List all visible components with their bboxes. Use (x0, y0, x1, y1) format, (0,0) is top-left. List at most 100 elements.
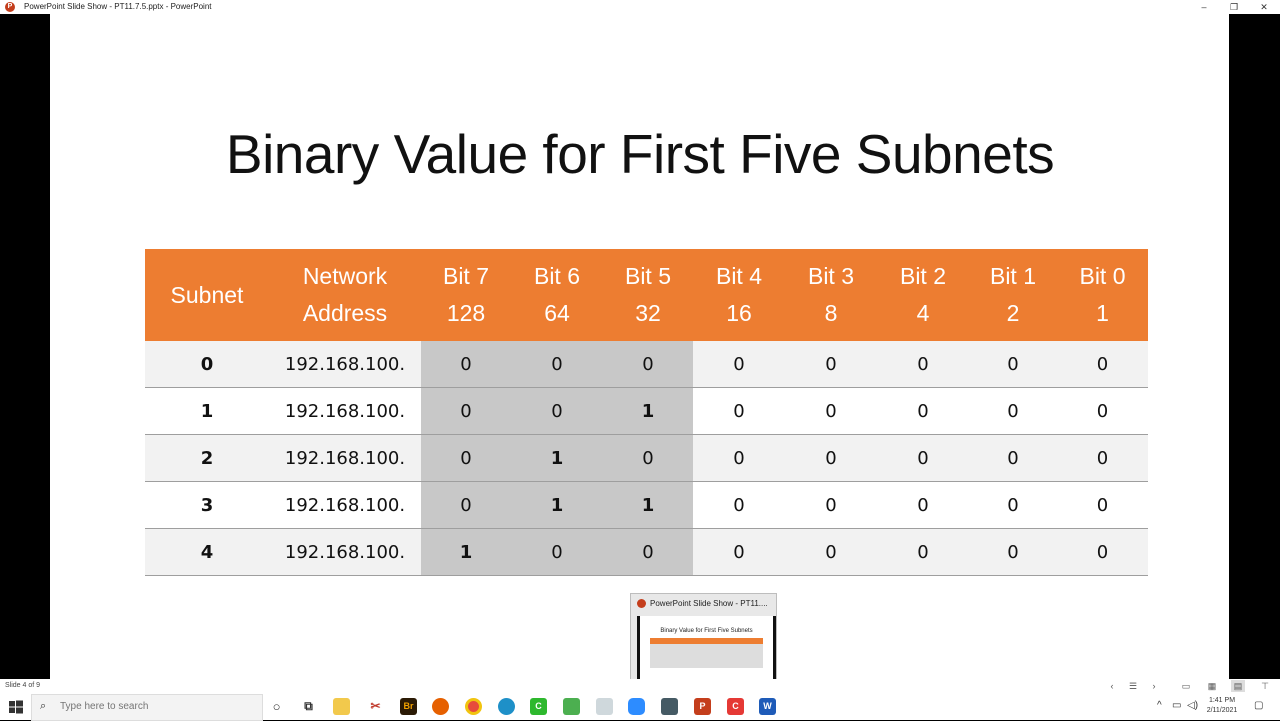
window-icon[interactable] (596, 698, 613, 715)
network-address-cell: 192.168.100. (269, 481, 421, 529)
column-header-label: Subnet (170, 281, 244, 308)
column-header-value: 4 (916, 300, 930, 326)
bit-cell: 0 (969, 528, 1057, 576)
column-header-label: Bit 3 (807, 263, 855, 289)
bit-cell: 1 (603, 387, 693, 435)
bit-cell: 0 (969, 434, 1057, 482)
slide-sorter-icon[interactable]: ▦ (1205, 680, 1219, 692)
windows-taskbar: ⌕ ○ ⧉ ✂ Br C P C W ^ ▭ ◁) 1:41 PM 2/11/2… (0, 693, 1280, 721)
column-header-label: Bit 5 (624, 263, 672, 289)
column-header-label: Bit 0 (1079, 263, 1126, 289)
column-header-value: 1 (1096, 300, 1109, 326)
window-title: PowerPoint Slide Show - PT11.7.5.pptx - … (24, 2, 212, 11)
bit-cell: 0 (693, 528, 785, 576)
powerpoint-icon[interactable]: P (694, 698, 711, 715)
table-row: 4 192.168.100. 1 0 0 0 0 0 0 0 (145, 528, 1148, 576)
search-input[interactable] (58, 700, 252, 713)
slideshow-icon[interactable]: ⊤ (1258, 680, 1272, 692)
close-button[interactable]: ✕ (1249, 0, 1279, 14)
column-header: Bit 5 32 (603, 249, 693, 341)
bit-cell: 1 (511, 481, 603, 529)
network-icon[interactable]: ▭ (1172, 700, 1181, 711)
bit-cell: 0 (877, 528, 969, 576)
slide-menu-icon[interactable]: ☰ (1126, 680, 1140, 692)
powerpoint-app-icon: P (5, 2, 15, 12)
normal-view-icon[interactable]: ▭ (1179, 680, 1193, 692)
chrome-icon[interactable] (465, 698, 482, 715)
bit-cell: 0 (969, 387, 1057, 435)
bit-cell: 0 (1057, 481, 1148, 529)
preview-title: PowerPoint Slide Show - PT11.... (650, 599, 768, 608)
snipping-icon[interactable]: ✂ (367, 698, 384, 715)
bit-cell: 0 (877, 387, 969, 435)
preview-table (650, 638, 763, 668)
powerpoint-icon (637, 599, 646, 609)
previous-slide-icon[interactable]: ‹ (1105, 680, 1119, 692)
column-header: Bit 3 8 (785, 249, 877, 341)
bit-cell: 0 (421, 341, 511, 388)
subnet-cell: 0 (145, 341, 269, 388)
bridge-icon[interactable]: Br (400, 698, 417, 715)
calculator-icon[interactable] (661, 698, 678, 715)
slide-counter: Slide 4 of 9 (5, 682, 41, 689)
bit-cell: 1 (603, 481, 693, 529)
camtasia-recorder-icon[interactable]: C (727, 698, 744, 715)
task-view-icon[interactable]: ⧉ (300, 698, 317, 715)
next-slide-icon[interactable]: › (1147, 680, 1161, 692)
column-header-label: Bit 1 (989, 263, 1037, 289)
bit-cell: 0 (1057, 341, 1148, 388)
firefox-icon[interactable] (432, 698, 449, 715)
bit-cell: 0 (785, 341, 877, 388)
column-header: Subnet (145, 249, 269, 341)
network-address-cell: 192.168.100. (269, 528, 421, 576)
table-row: 1 192.168.100. 0 0 1 0 0 0 0 0 (145, 387, 1148, 435)
camtasia-icon[interactable]: C (530, 698, 547, 715)
restore-button[interactable]: ❐ (1219, 0, 1249, 14)
bit-cell: 0 (877, 341, 969, 388)
search-icon: ⌕ (40, 700, 47, 712)
column-header: Bit 4 16 (693, 249, 785, 341)
windows-start-icon[interactable] (8, 699, 24, 715)
clock-time: 1:41 PM (1208, 697, 1236, 704)
volume-icon[interactable]: ◁) (1187, 700, 1198, 711)
show-hidden-icons-icon[interactable]: ^ (1157, 700, 1162, 711)
word-icon[interactable]: W (759, 698, 776, 715)
app-icon[interactable] (563, 698, 580, 715)
subnet-cell: 3 (145, 481, 269, 529)
column-header-value: 2 (1006, 300, 1020, 326)
zoom-icon[interactable] (628, 698, 645, 715)
network-address-cell: 192.168.100. (269, 341, 421, 388)
bit-cell: 0 (785, 387, 877, 435)
subnet-cell: 4 (145, 528, 269, 576)
bit-cell: 0 (969, 481, 1057, 529)
column-header: Bit 1 2 (969, 249, 1057, 341)
bit-cell: 0 (603, 528, 693, 576)
preview-slide-title: Binary Value for First Five Subnets (660, 628, 753, 634)
slide-status-bar: Slide 4 of 9 ‹ ☰ › ▭ ▦ ▤ ⊤ (0, 679, 1280, 693)
taskbar-search-box[interactable]: ⌕ (31, 694, 263, 721)
taskbar-clock[interactable]: 1:41 PM 2/11/2021 (1198, 696, 1246, 716)
slide-canvas[interactable]: Binary Value for First Five Subnets Subn… (50, 14, 1229, 679)
bit-cell: 0 (511, 341, 603, 388)
bit-cell: 0 (1057, 528, 1148, 576)
table-row: 2 192.168.100. 0 1 0 0 0 0 0 0 (145, 434, 1148, 482)
window-title-bar: P PowerPoint Slide Show - PT11.7.5.pptx … (0, 0, 1280, 14)
subnet-cell: 2 (145, 434, 269, 482)
file-explorer-icon[interactable] (333, 698, 350, 715)
column-header-value: 8 (824, 300, 838, 326)
minimize-button[interactable]: – (1189, 0, 1219, 14)
bit-cell: 0 (693, 481, 785, 529)
column-header-value: 32 (635, 300, 661, 326)
reading-view-icon[interactable]: ▤ (1231, 680, 1245, 692)
preview-header: PowerPoint Slide Show - PT11.... (637, 599, 768, 609)
preview-slide: Binary Value for First Five Subnets (637, 616, 776, 688)
bit-cell: 0 (603, 434, 693, 482)
notifications-icon[interactable]: ▢ (1254, 700, 1263, 711)
slide-title: Binary Value for First Five Subnets (225, 123, 1055, 185)
bit-cell: 0 (603, 341, 693, 388)
edge-icon[interactable] (498, 698, 515, 715)
bit-cell: 0 (693, 434, 785, 482)
cortana-icon[interactable]: ○ (268, 698, 285, 715)
bit-cell: 0 (877, 481, 969, 529)
column-header: Bit 7 128 (421, 249, 511, 341)
